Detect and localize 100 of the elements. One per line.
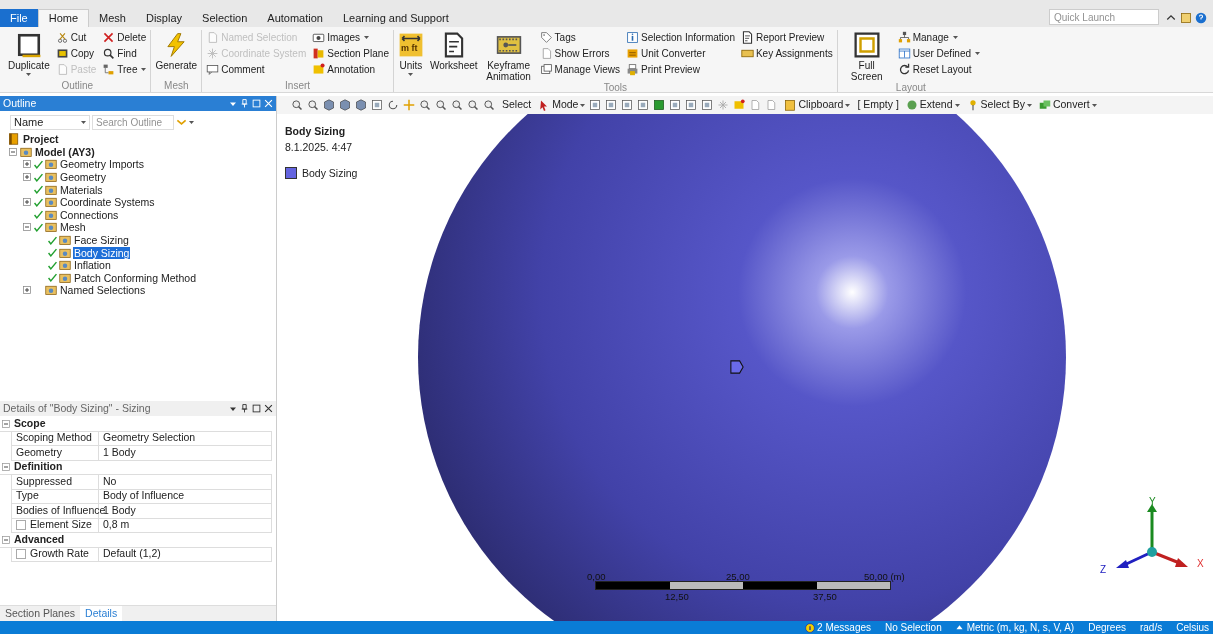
tree-item[interactable]: Mesh — [59, 221, 87, 234]
ribbon-button[interactable]: Images — [312, 30, 389, 45]
checkbox[interactable] — [16, 520, 26, 531]
tree-item[interactable]: Face Sizing — [73, 234, 130, 247]
collapse-icon[interactable] — [9, 147, 17, 156]
tree-item[interactable]: Geometry Imports — [59, 158, 146, 171]
expand-icon[interactable] — [23, 173, 31, 182]
checkbox[interactable] — [16, 549, 26, 560]
expand-icon[interactable] — [23, 286, 31, 295]
pin-icon[interactable] — [240, 404, 249, 413]
box-icon[interactable] — [637, 99, 650, 111]
status-text[interactable]: Celsius — [1176, 620, 1209, 634]
toolbar-button[interactable]: Clipboard — [784, 97, 851, 113]
ribbon-button[interactable]: Keyframe Animation — [483, 30, 534, 82]
ribbon-button[interactable]: Delete — [102, 30, 147, 45]
ribbon-button[interactable]: Worksheet — [429, 30, 478, 82]
ribbon-tab[interactable]: Display — [136, 9, 193, 27]
page-icon[interactable] — [749, 99, 762, 111]
cube-icon[interactable] — [355, 99, 367, 111]
toolbar-button[interactable]: Mode — [538, 97, 586, 113]
help-icon[interactable] — [1195, 12, 1207, 24]
tree-item[interactable]: Project — [22, 133, 60, 146]
page-icon[interactable] — [765, 99, 778, 111]
ribbon-button[interactable]: Full Screen — [841, 30, 892, 82]
caret-up-icon[interactable] — [955, 624, 963, 631]
square-icon[interactable] — [653, 99, 666, 111]
ribbon-button[interactable]: Tree — [102, 62, 147, 77]
ribbon-button[interactable]: Key Assignments — [740, 46, 833, 61]
toolbar-button[interactable]: Select By — [966, 97, 1032, 113]
zoom-icon[interactable] — [467, 99, 479, 111]
ribbon-tab[interactable]: Automation — [257, 9, 333, 27]
panel-tab[interactable]: Details — [80, 606, 123, 621]
zoom-icon[interactable] — [291, 99, 303, 111]
ribbon-tab[interactable]: Mesh — [89, 9, 136, 27]
collapse-icon[interactable] — [1, 419, 10, 428]
close-icon[interactable] — [264, 404, 273, 413]
box-icon[interactable] — [685, 99, 698, 111]
ribbon-button[interactable]: Manage Views — [539, 62, 620, 77]
ribbon-button[interactable]: Duplicate — [8, 30, 50, 80]
ribbon-button[interactable]: Selection Information — [626, 30, 735, 45]
ribbon-button[interactable]: Cut — [55, 30, 97, 45]
ribbon-button[interactable]: Reset Layout — [897, 62, 981, 77]
collapse-icon[interactable] — [1, 463, 10, 472]
toolbar-button[interactable]: Extend — [905, 97, 960, 113]
ribbon-tab[interactable]: Selection — [192, 9, 258, 27]
tree-item[interactable]: Coordinate Systems — [59, 196, 156, 209]
toolbar-button[interactable]: [ Empty ] — [857, 97, 899, 113]
zoom-icon[interactable] — [419, 99, 431, 111]
ribbon-button[interactable]: Manage — [897, 30, 981, 45]
cube-icon[interactable] — [323, 99, 335, 111]
info-icon[interactable] — [805, 622, 816, 633]
tree-item[interactable]: Connections — [59, 208, 120, 221]
cube-icon[interactable] — [339, 99, 351, 111]
filter-dropdown[interactable]: Name — [10, 114, 90, 130]
ribbon-button[interactable]: Annotation — [312, 62, 389, 77]
status-text[interactable]: Metric (m, kg, N, s, V, A) — [966, 620, 1075, 634]
ribbon-button[interactable]: Comment — [206, 62, 307, 77]
box-icon[interactable] — [669, 99, 682, 111]
ribbon-tab[interactable]: Home — [37, 9, 90, 27]
toolbar-button[interactable]: Select — [502, 97, 532, 113]
zoom-icon[interactable] — [435, 99, 447, 111]
tree-item[interactable]: Body Sizing — [73, 246, 131, 259]
collapse-icon[interactable] — [23, 223, 31, 232]
marker-icon[interactable] — [729, 360, 745, 374]
box-icon[interactable] — [371, 99, 383, 111]
collapse-icon[interactable] — [1, 535, 10, 544]
ribbon-button[interactable]: Generate — [155, 30, 198, 80]
ribbon-button[interactable]: Show Errors — [539, 46, 620, 61]
tree-item[interactable]: Named Selections — [59, 284, 147, 297]
status-text[interactable]: Degrees — [1088, 620, 1126, 634]
quick-launch-field[interactable]: Quick Launch — [1049, 9, 1159, 25]
file-tab[interactable]: File — [0, 9, 38, 27]
maximize-icon[interactable] — [252, 404, 261, 413]
ribbon-tab[interactable]: Learning and Support — [333, 9, 459, 27]
note-icon[interactable] — [733, 99, 746, 111]
search-field[interactable]: Search Outline — [92, 114, 174, 130]
tree-item[interactable]: Model (AY3) — [34, 145, 96, 158]
ribbon-button[interactable]: Section Plane — [312, 46, 389, 61]
zoom-icon[interactable] — [483, 99, 495, 111]
ribbon-button[interactable]: Print Preview — [626, 62, 735, 77]
ribbon-button[interactable]: Copy — [55, 46, 97, 61]
box-icon[interactable] — [701, 99, 714, 111]
toolbar-button[interactable]: Convert — [1038, 97, 1097, 113]
zoom-icon[interactable] — [451, 99, 463, 111]
tree-item[interactable]: Geometry — [59, 171, 108, 184]
box-icon[interactable] — [605, 99, 618, 111]
zoom-icon[interactable] — [307, 99, 319, 111]
ribbon-button[interactable]: m ft Units — [397, 30, 424, 82]
ribbon-button[interactable]: Find — [102, 46, 147, 61]
tree-item[interactable]: Patch Conforming Method — [73, 271, 197, 284]
expand-icon[interactable] — [23, 160, 31, 169]
box-icon[interactable] — [589, 99, 602, 111]
ribbon-button[interactable]: Report Preview — [740, 30, 833, 45]
status-text[interactable]: rad/s — [1139, 620, 1163, 634]
status-text[interactable]: 2 Messages — [817, 620, 871, 634]
tree-item[interactable]: Inflation — [73, 259, 112, 272]
rotate-icon[interactable] — [387, 99, 399, 111]
ribbon-button[interactable]: User Defined — [897, 46, 981, 61]
panel-tab[interactable]: Section Planes — [0, 606, 81, 621]
box-icon[interactable] — [621, 99, 634, 111]
